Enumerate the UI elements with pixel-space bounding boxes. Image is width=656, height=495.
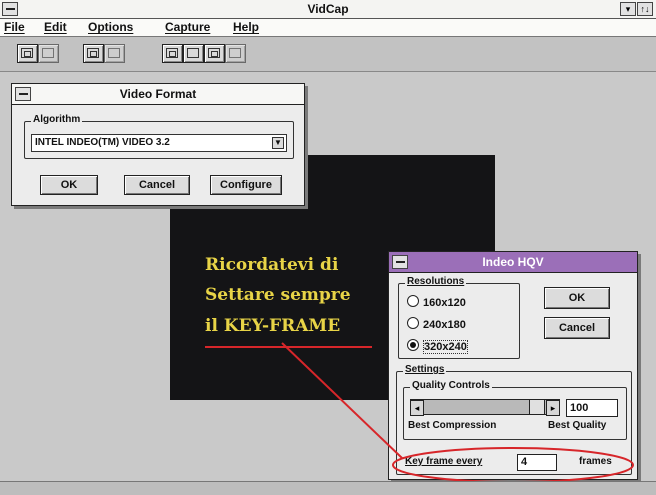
annotation-arrow: [281, 342, 403, 459]
desktop-screen: VidCap ▾ ↑↓ File Edit Options Capture He…: [0, 0, 656, 495]
status-bar: [0, 481, 656, 495]
annotation-overlay: [205, 342, 634, 483]
annotation-ellipse: [392, 447, 634, 483]
